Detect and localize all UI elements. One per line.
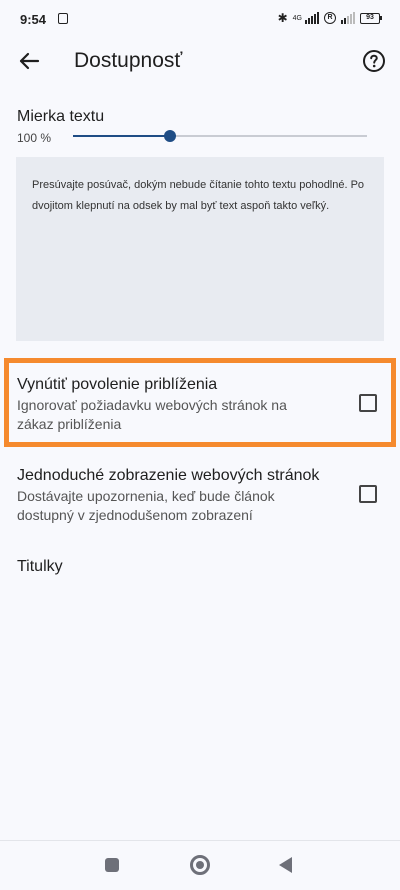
text-scale-label: Mierka textu: [17, 108, 105, 125]
text-scale-slider[interactable]: [73, 128, 367, 144]
system-nav-bar: [0, 840, 400, 890]
captions-label: Titulky: [17, 558, 63, 575]
app-bar: Dostupnosť: [0, 38, 400, 84]
text-scale-value: 100 %: [17, 131, 52, 145]
status-time: 9:54: [20, 12, 47, 27]
setting-title: Jednoduché zobrazenie webových stránok: [17, 467, 320, 484]
setting-simplified-view[interactable]: Jednoduché zobrazenie webových stránok D…: [0, 460, 400, 530]
text-preview-box: Presúvajte posúvač, dokým nebude čítanie…: [16, 157, 384, 341]
setting-subtitle: Dostávajte upozornenia, keď bude článok …: [17, 488, 275, 523]
setting-captions[interactable]: Titulky: [0, 550, 400, 586]
nfc-icon: [58, 13, 68, 24]
page-title: Dostupnosť: [74, 49, 183, 72]
setting-title: Vynútiť povolenie priblíženia: [17, 376, 218, 393]
triangle-back-icon[interactable]: [279, 857, 292, 873]
circle-icon[interactable]: [190, 855, 210, 875]
slider-thumb[interactable]: [164, 130, 177, 142]
bluetooth-icon: ✱: [277, 11, 288, 25]
roaming-icon: R: [324, 12, 336, 24]
signal-strength-secondary-icon: [341, 12, 355, 24]
network-type-label: 4G: [292, 14, 302, 22]
help-circle-icon[interactable]: [362, 49, 386, 73]
status-bar: 9:54 ✱ 4G R 93: [0, 0, 400, 38]
simplified-view-checkbox[interactable]: [359, 485, 377, 503]
setting-force-enable-zoom[interactable]: Vynútiť povolenie priblíženia Ignorovať …: [0, 368, 400, 438]
battery-icon: 93: [360, 12, 382, 24]
text-preview: Presúvajte posúvač, dokým nebude čítanie…: [32, 179, 365, 212]
force-zoom-checkbox[interactable]: [359, 394, 377, 412]
setting-subtitle: Ignorovať požiadavku webových stránok na…: [17, 397, 287, 432]
signal-strength-icon: [305, 12, 319, 24]
arrow-left-icon[interactable]: [14, 46, 44, 76]
status-icons: ✱ 4G R 93: [277, 11, 382, 25]
slider-fill: [73, 135, 171, 137]
square-icon[interactable]: [105, 858, 119, 872]
